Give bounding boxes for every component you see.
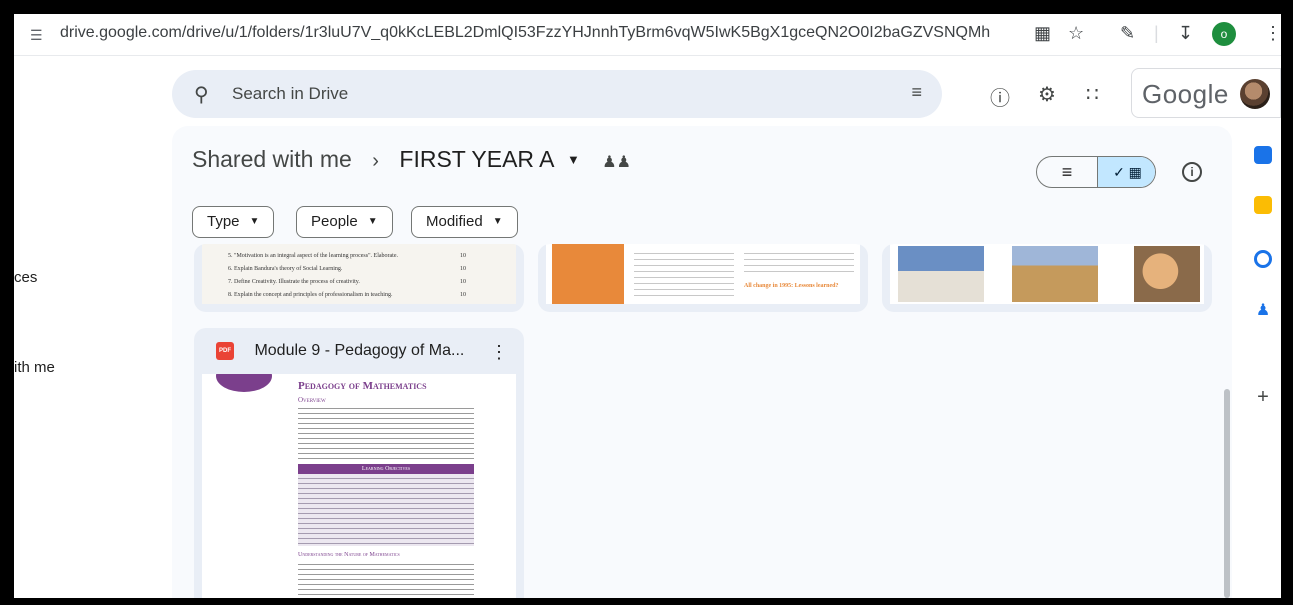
list-item: 8. Explain the concept and principles of… (228, 292, 393, 298)
file-card[interactable]: PDF Module 9 - Pedagogy of Ma... ⋮ Pedag… (194, 328, 524, 598)
account-avatar[interactable] (1240, 79, 1270, 109)
orange-sidebar-block (552, 244, 624, 304)
preview-title: Pedagogy of Mathematics (298, 380, 427, 392)
main-content: Shared with me › FIRST YEAR A ▼ ♟♟ ≡ ✓ ▦… (172, 126, 1232, 598)
file-thumbnail: Pedagogy of Mathematics Overview Learnin… (202, 374, 516, 598)
filter-type[interactable]: Type ▼ (192, 206, 275, 238)
breadcrumb: Shared with me › FIRST YEAR A ▼ ♟♟ (192, 146, 631, 173)
extensions-icon[interactable]: ✎ (1120, 23, 1135, 44)
details-info-icon[interactable]: i (1182, 162, 1202, 182)
calendar-icon[interactable] (1254, 146, 1272, 164)
breadcrumb-parent[interactable]: Shared with me (192, 146, 352, 172)
file-card[interactable]: 5. "Motivation is an integral aspect of … (194, 244, 524, 312)
folder-menu-caret-icon[interactable]: ▼ (567, 152, 580, 167)
search-bar[interactable]: ⚲ ≡ (172, 70, 942, 118)
list-item: 5. "Motivation is an integral aspect of … (228, 253, 399, 259)
overview-text (298, 404, 474, 460)
site-settings-icon[interactable]: ☰ (30, 27, 43, 44)
grid-view-icon[interactable]: ✓ ▦ (1097, 157, 1155, 187)
pdf-icon: PDF (216, 342, 234, 360)
marks-column: 10 10 10 10 (460, 252, 466, 300)
add-addon-icon[interactable]: + (1254, 387, 1272, 407)
browser-window: ☰ drive.google.com/drive/u/1/folders/1r3… (14, 14, 1281, 598)
caret-down-icon: ▼ (492, 216, 503, 227)
file-thumbnail: All change in 1995: Lessons learned? (546, 244, 860, 304)
scrollbar[interactable] (1224, 389, 1230, 598)
more-actions-icon[interactable]: ⋮ (490, 342, 508, 363)
search-icon[interactable]: ⚲ (194, 82, 209, 107)
search-input[interactable] (232, 82, 792, 106)
article-heading: All change in 1995: Lessons learned? (744, 283, 839, 289)
decorative-circle (216, 374, 272, 392)
file-card[interactable]: All change in 1995: Lessons learned? (538, 244, 868, 312)
caret-down-icon: ▼ (249, 216, 260, 227)
breadcrumb-current[interactable]: FIRST YEAR A (399, 146, 554, 172)
nav-item-resources[interactable]: ces (14, 269, 37, 286)
file-thumbnail (890, 244, 1204, 304)
list-item: 10 (460, 253, 466, 259)
file-card-header: PDF Module 9 - Pedagogy of Ma... (216, 342, 464, 366)
list-item: 7. Define Creativity. Illustrate the pro… (228, 279, 360, 285)
tasks-icon[interactable] (1254, 250, 1272, 268)
building-photo (898, 246, 984, 302)
list-item: 6. Explain Bandura's theory of Social Le… (228, 266, 343, 272)
objectives-box (298, 474, 474, 546)
palace-photo (1012, 246, 1098, 302)
side-panel: ♟ + (1244, 126, 1281, 598)
list-item: 10 (460, 266, 466, 272)
shared-people-icon[interactable]: ♟♟ (602, 154, 631, 171)
profile-avatar[interactable]: o (1212, 22, 1236, 46)
help-icon[interactable]: ⓘ (990, 82, 1010, 111)
text-column (634, 248, 734, 298)
objectives-banner: Learning Objectives (298, 464, 474, 474)
preview-section: Understanding the Nature of Mathematics (298, 552, 400, 558)
file-thumbnail: 5. "Motivation is an integral aspect of … (202, 244, 516, 304)
settings-gear-icon[interactable]: ⚙ (1038, 82, 1056, 107)
view-toggle: ≡ ✓ ▦ (1036, 156, 1156, 188)
address-bar: ☰ drive.google.com/drive/u/1/folders/1r3… (14, 14, 1281, 56)
download-icon[interactable]: ↧ (1178, 23, 1193, 44)
doc-preview-lines: 5. "Motivation is an integral aspect of … (228, 252, 398, 300)
list-item: 10 (460, 292, 466, 298)
bookmark-star-icon[interactable]: ☆ (1068, 23, 1084, 44)
google-logo: Google (1142, 79, 1229, 109)
toolbar-divider: | (1154, 23, 1159, 43)
statue-photo (1134, 246, 1200, 302)
url-text[interactable]: drive.google.com/drive/u/1/folders/1r3lu… (60, 24, 990, 42)
file-card[interactable] (882, 244, 1212, 312)
account-switcher[interactable]: Google (1131, 68, 1281, 118)
filter-people[interactable]: People ▼ (296, 206, 393, 238)
caret-down-icon: ▼ (367, 216, 378, 227)
text-column (744, 248, 854, 276)
keep-icon[interactable] (1254, 196, 1272, 214)
nav-item-shared-with-me[interactable]: ith me (14, 359, 55, 376)
chevron-right-icon: › (372, 150, 379, 172)
filter-modified[interactable]: Modified ▼ (411, 206, 518, 238)
cast-icon[interactable]: ▦ (1034, 23, 1051, 44)
contacts-icon[interactable]: ♟ (1254, 302, 1272, 320)
preview-overview: Overview (298, 396, 326, 404)
list-view-icon[interactable]: ≡ (1037, 157, 1097, 187)
section-text (298, 560, 474, 598)
apps-grid-icon[interactable]: ∷ (1086, 82, 1099, 107)
list-item: 10 (460, 279, 466, 285)
browser-menu-icon[interactable]: ⋮ (1264, 23, 1281, 44)
search-options-icon[interactable]: ≡ (911, 82, 922, 103)
file-name[interactable]: Module 9 - Pedagogy of Ma... (254, 342, 464, 360)
